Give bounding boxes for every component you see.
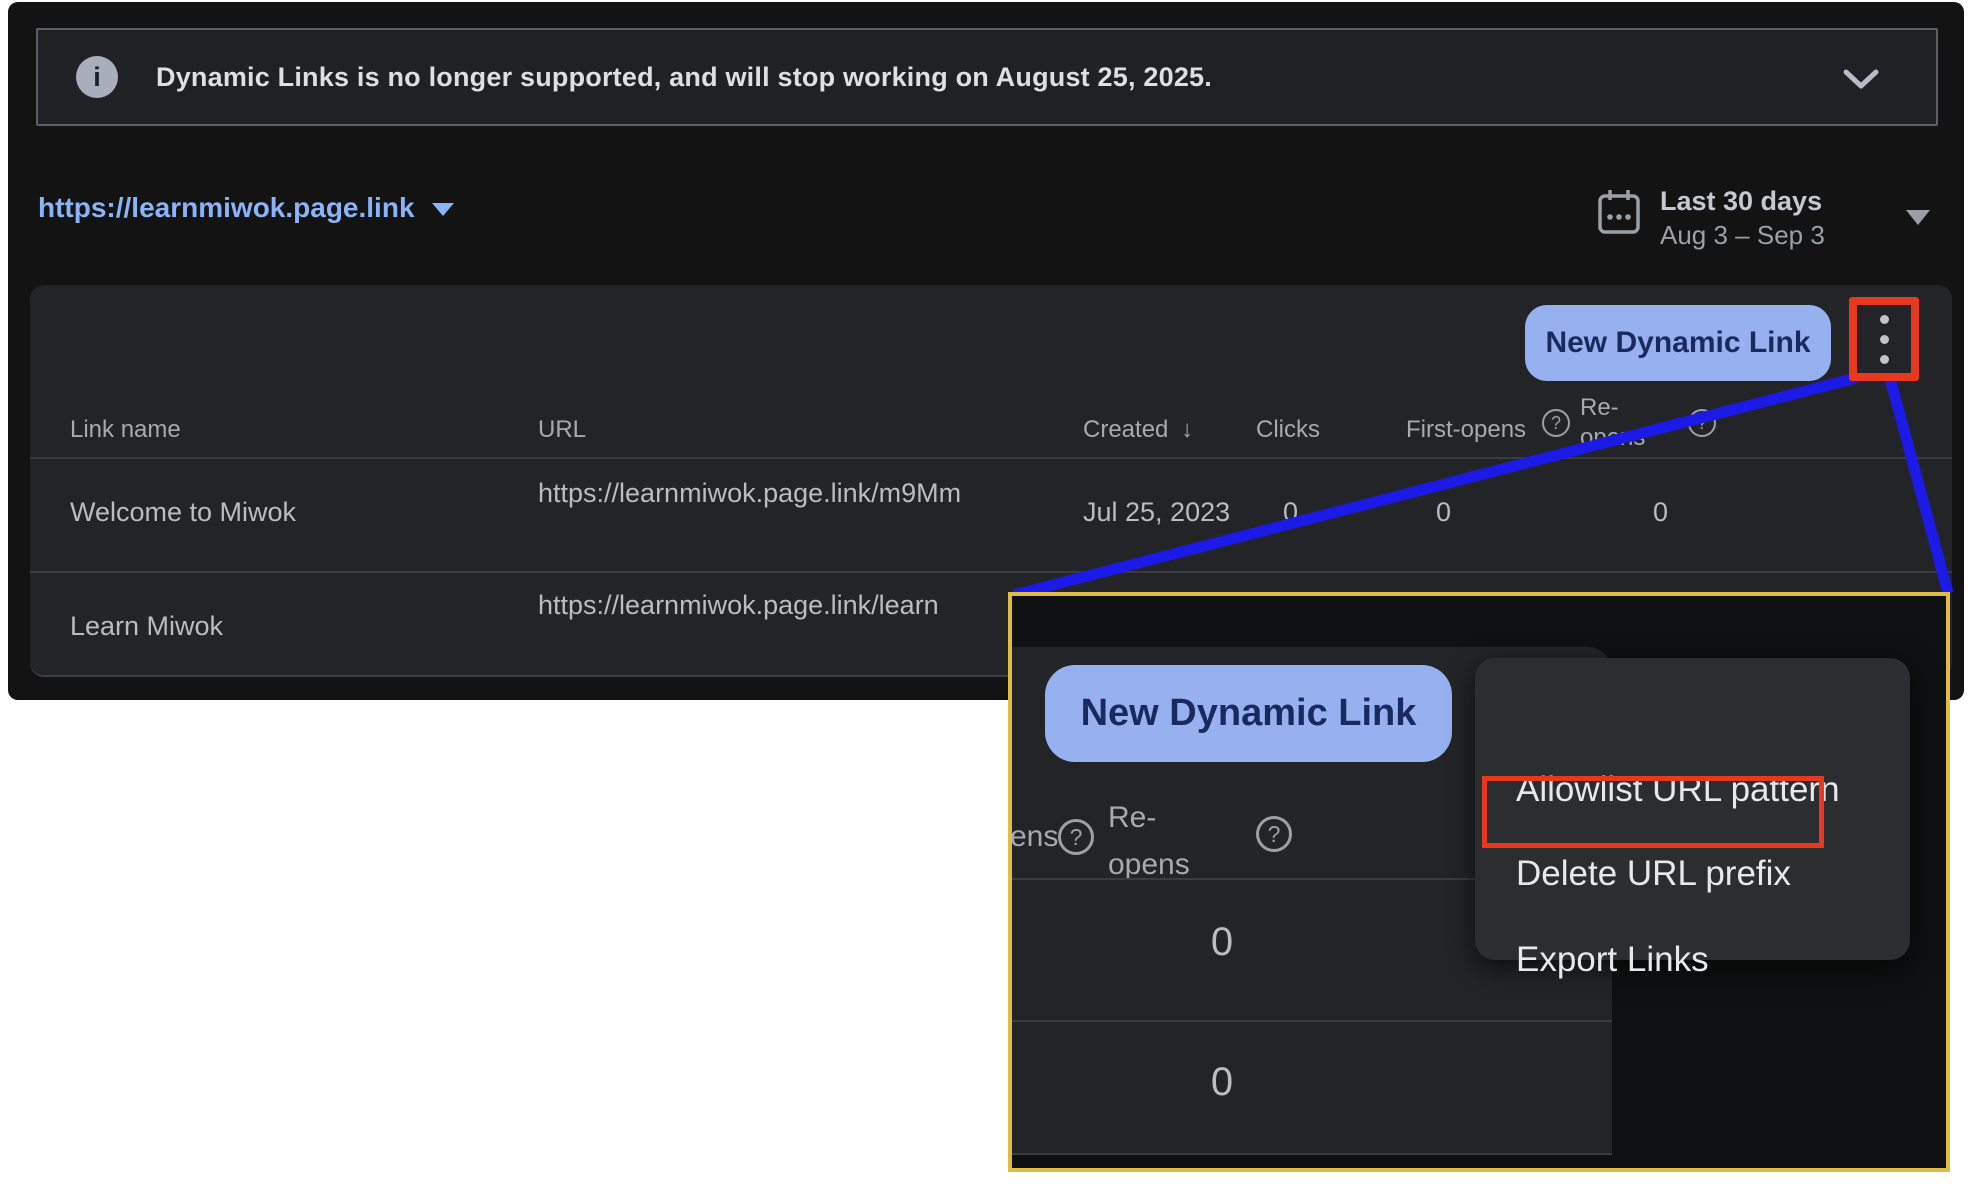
magnified-row-value: 0: [1172, 920, 1272, 965]
deprecation-message: Dynamic Links is no longer supported, an…: [156, 62, 1212, 93]
info-icon-glyph: i: [93, 62, 101, 93]
delete-url-prefix-highlight-box: [1482, 776, 1824, 848]
date-range-preset: Last 30 days: [1660, 184, 1825, 218]
re-opens-line1: Re-: [1580, 393, 1645, 423]
magnified-new-dynamic-link-button[interactable]: New Dynamic Link: [1045, 665, 1452, 762]
help-glyph: ?: [1697, 413, 1707, 434]
column-header-clicks: Clicks: [1256, 416, 1320, 444]
info-icon: i: [76, 56, 118, 98]
kebab-menu-icon[interactable]: [1880, 315, 1889, 364]
link-url-cell: https://learnmiwok.page.link/learn: [538, 587, 983, 623]
magnified-re-opens-help-icon: ?: [1256, 816, 1292, 852]
deprecation-banner[interactable]: i Dynamic Links is no longer supported, …: [36, 28, 1938, 126]
kebab-dropdown-menu: Allowlist URL pattern Delete URL prefix …: [1475, 658, 1910, 960]
created-label: Created: [1083, 416, 1168, 443]
date-range-value: Aug 3 – Sep 3: [1660, 218, 1825, 252]
link-url-cell: https://learnmiwok.page.link/m9Mm: [538, 475, 983, 511]
link-name-cell: Welcome to Miwok: [70, 497, 296, 528]
created-cell: Jul 25, 2023: [1083, 497, 1230, 528]
magnified-first-opens-help-icon: ?: [1058, 819, 1094, 855]
magnified-row-divider: [1012, 1020, 1612, 1022]
screenshot-stage: i Dynamic Links is no longer supported, …: [0, 0, 1972, 1186]
re-opens-line2: opens: [1580, 423, 1645, 453]
first-opens-help-icon[interactable]: ?: [1542, 409, 1570, 437]
link-name-cell: Learn Miwok: [70, 611, 223, 642]
help-glyph: ?: [1268, 821, 1281, 848]
date-range-caret-icon[interactable]: [1906, 210, 1930, 225]
column-header-re-opens: Re- opens: [1580, 393, 1645, 453]
column-header-first-opens: First-opens: [1406, 416, 1526, 444]
new-dynamic-link-button[interactable]: New Dynamic Link: [1525, 305, 1831, 381]
chevron-down-icon[interactable]: [1842, 68, 1880, 92]
kebab-menu-highlight-box: [1849, 297, 1919, 381]
column-header-created[interactable]: Created ↓: [1083, 416, 1193, 444]
re-opens-line1: Re-: [1108, 794, 1190, 841]
magnified-first-opens-tail: ens: [1010, 818, 1058, 856]
column-header-link-name: Link name: [70, 416, 181, 444]
first-opens-cell: 0: [1436, 497, 1451, 528]
menu-item-delete-url-prefix[interactable]: Delete URL prefix: [1516, 852, 1791, 896]
re-opens-cell: 0: [1653, 497, 1668, 528]
re-opens-line2: opens: [1108, 841, 1190, 888]
calendar-icon[interactable]: [1596, 188, 1642, 236]
sort-descending-icon: ↓: [1181, 416, 1193, 443]
re-opens-help-icon[interactable]: ?: [1688, 409, 1716, 437]
help-glyph: ?: [1551, 413, 1561, 434]
help-glyph: ?: [1070, 824, 1083, 851]
magnified-re-opens-header: Re- opens: [1108, 794, 1190, 888]
table-row[interactable]: Welcome to Miwok https://learnmiwok.page…: [30, 457, 1952, 571]
clicks-cell: 0: [1283, 497, 1298, 528]
url-prefix-caret-icon[interactable]: [432, 203, 454, 216]
menu-item-export-links[interactable]: Export Links: [1516, 938, 1709, 982]
url-prefix-selector[interactable]: https://learnmiwok.page.link: [38, 192, 415, 224]
zoom-callout-inset: New Dynamic Link ens ? Re- opens ? 0 0 A…: [1008, 592, 1950, 1172]
column-header-url: URL: [538, 416, 586, 444]
date-range-picker[interactable]: Last 30 days Aug 3 – Sep 3: [1660, 184, 1825, 252]
magnified-row-value: 0: [1172, 1060, 1272, 1105]
